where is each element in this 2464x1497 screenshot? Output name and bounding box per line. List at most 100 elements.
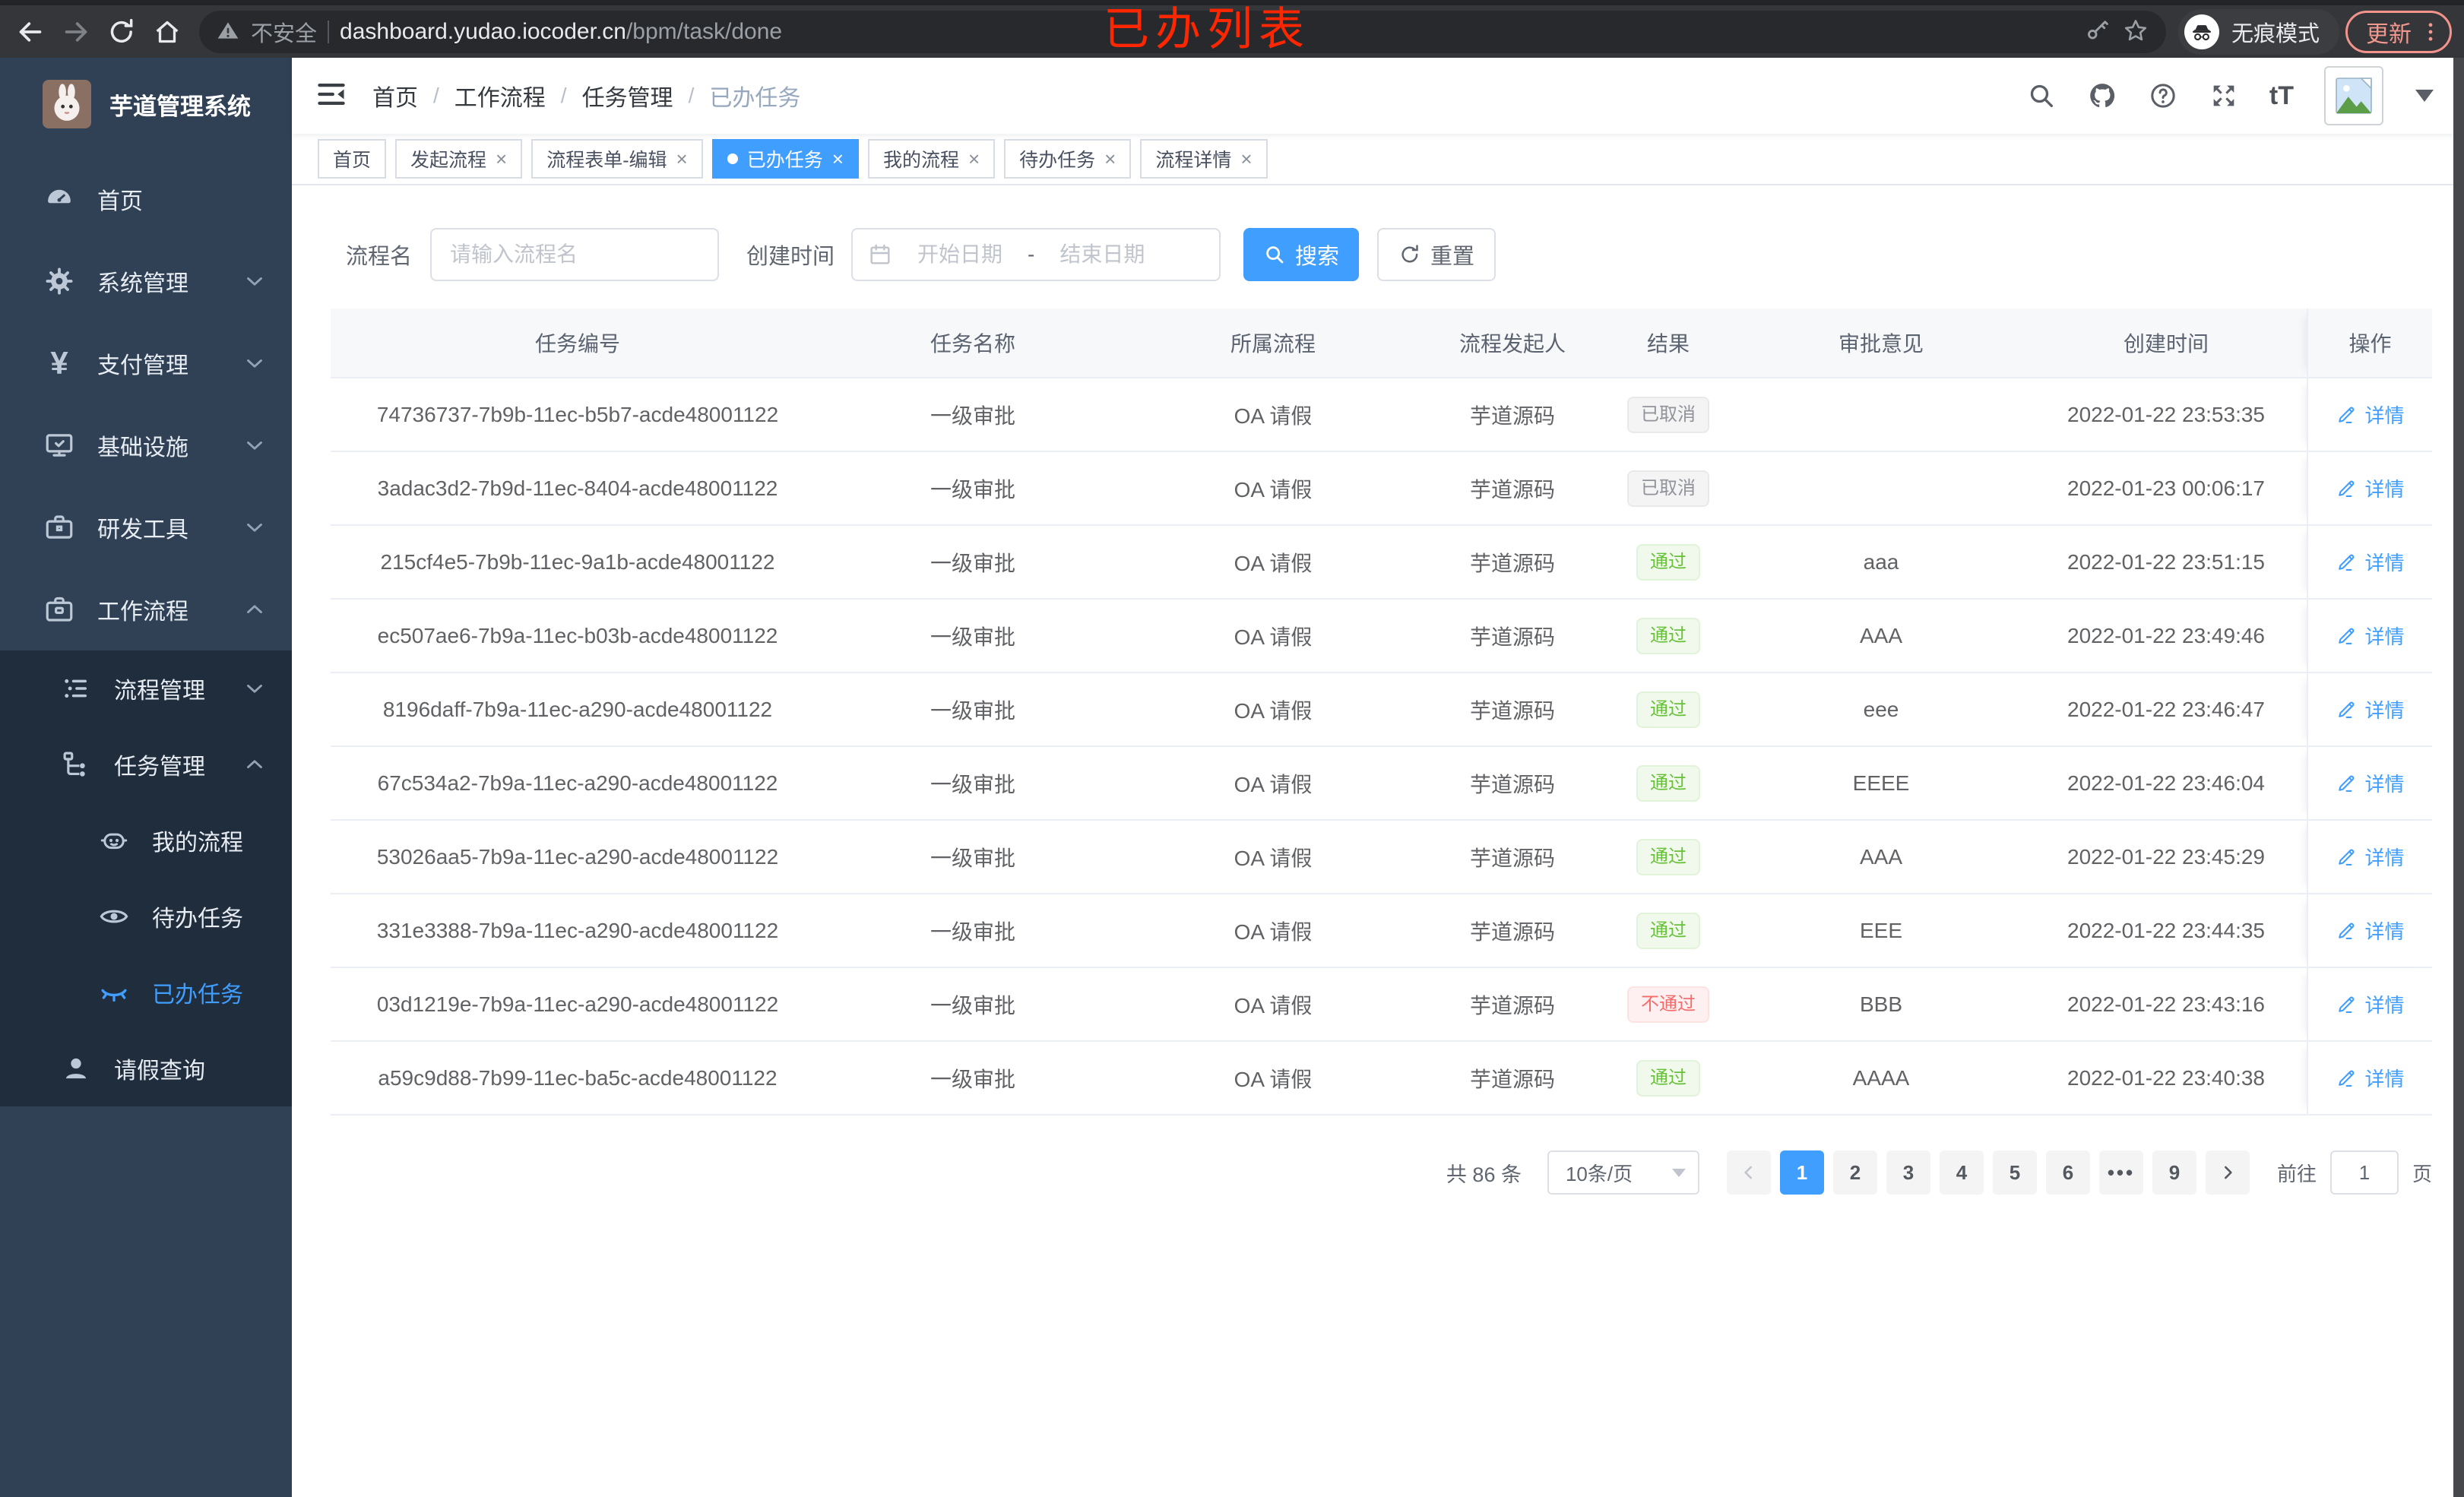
date-range-picker[interactable]: - [851, 228, 1221, 281]
search-button[interactable]: 搜索 [1243, 228, 1360, 281]
main-area: 首页 / 工作流程 / 任务管理 / 已办任务 tT 首页 发起流程 × 流程表单-编辑 × 已办任务… [292, 58, 2464, 1497]
sidebar-item-monitor[interactable]: 基础设施 [0, 404, 292, 486]
action-cell: 详情 [2307, 378, 2432, 451]
detail-link[interactable]: 详情 [2336, 622, 2405, 650]
update-label: 更新 [2366, 22, 2412, 47]
refresh-icon [1401, 245, 1418, 263]
next-page-button[interactable] [2205, 1150, 2250, 1195]
sidebar-item-label: 请假查询 [114, 1059, 205, 1084]
url-text[interactable]: dashboard.yudao.iocoder.cn/bpm/task/done [340, 19, 782, 45]
fullscreen-icon[interactable] [2209, 81, 2239, 111]
search-icon [1266, 246, 1284, 264]
browser-reload-icon[interactable] [102, 12, 141, 52]
close-icon[interactable]: × [1104, 149, 1116, 169]
sidebar-item-tree[interactable]: 任务管理 [0, 726, 292, 802]
sidebar-item-toolbox[interactable]: 研发工具 [0, 486, 292, 568]
sidebar-item-list[interactable]: 流程管理 [0, 650, 292, 726]
breadcrumb-item[interactable]: 任务管理 [582, 79, 673, 112]
security-label[interactable]: 不安全 [251, 16, 317, 48]
chevron-down-icon [1671, 1168, 1686, 1177]
sidebar: 芋道管理系统 首页 系统管理 ¥ 支付管理 基础设施 研发工具 工作流程流程管理任务管理 我的… [0, 58, 292, 1497]
help-icon[interactable] [2148, 81, 2178, 111]
app-logo-row[interactable]: 芋道管理系统 [0, 58, 292, 137]
tab-item[interactable]: 流程详情 × [1140, 139, 1268, 179]
close-icon[interactable]: × [676, 149, 688, 169]
page-button-2[interactable]: 2 [1832, 1150, 1877, 1195]
detail-link[interactable]: 详情 [2336, 400, 2405, 429]
font-size-icon[interactable]: tT [2269, 81, 2294, 111]
detail-link[interactable]: 详情 [2336, 769, 2405, 797]
action-cell: 详情 [2307, 1042, 2432, 1114]
detail-link[interactable]: 详情 [2336, 548, 2405, 576]
tab-item[interactable]: 我的流程 × [867, 139, 996, 179]
search-icon[interactable] [2026, 81, 2057, 111]
close-icon[interactable]: × [968, 149, 980, 169]
table-row: 67c534a2-7b9a-11ec-a290-acde48001122 一级审批… [331, 747, 2432, 821]
detail-link[interactable]: 详情 [2336, 843, 2405, 871]
browser-forward-icon[interactable] [56, 12, 96, 52]
breadcrumb-separator: / [688, 84, 695, 107]
page-unit-label: 页 [2412, 1162, 2432, 1185]
sidebar-item-user[interactable]: 请假查询 [0, 1030, 292, 1106]
page-button-5[interactable]: 5 [1992, 1150, 2037, 1195]
briefcase-icon [43, 593, 76, 626]
hamburger-icon[interactable] [315, 78, 351, 114]
detail-link[interactable]: 详情 [2336, 474, 2405, 502]
sidebar-item-label: 流程管理 [114, 679, 205, 704]
sidebar-item-yen[interactable]: ¥ 支付管理 [0, 322, 292, 404]
breadcrumb-separator: / [433, 84, 439, 107]
edit-pencil-icon [2336, 773, 2357, 794]
browser-home-icon[interactable] [147, 12, 187, 52]
page-button-9[interactable]: 9 [2152, 1150, 2196, 1195]
bookmark-star-icon[interactable] [2122, 17, 2149, 48]
created-cell: 2022-01-22 23:43:16 [2067, 992, 2265, 1016]
page-button-6[interactable]: 6 [2045, 1150, 2090, 1195]
sidebar-item-briefcase[interactable]: 工作流程 [0, 568, 292, 650]
sidebar-item-label: 已办任务 [152, 983, 243, 1008]
window-scrollbar[interactable] [2453, 58, 2464, 1497]
action-cell: 详情 [2307, 821, 2432, 893]
table-row: ec507ae6-7b9a-11ec-b03b-acde48001122 一级审批… [331, 600, 2432, 673]
content: 流程名 创建时间 - 搜索 重置 [292, 185, 2464, 1497]
reset-button[interactable]: 重置 [1377, 228, 1496, 281]
avatar[interactable] [2324, 66, 2383, 125]
process-name-input[interactable] [430, 228, 720, 281]
comment-cell: eee [1863, 697, 1899, 721]
password-key-icon[interactable] [2084, 17, 2111, 48]
page-button-3[interactable]: 3 [1886, 1150, 1930, 1195]
tab-item[interactable]: 发起流程 × [395, 139, 523, 179]
task-name-cell: 一级审批 [930, 698, 1015, 723]
page-size-select[interactable]: 10条/页 [1547, 1150, 1699, 1195]
breadcrumb-item[interactable]: 工作流程 [454, 79, 546, 112]
browser-back-icon[interactable] [11, 12, 50, 52]
sidebar-item-eye-closed[interactable]: 已办任务 [0, 954, 292, 1030]
edit-pencil-icon [2336, 847, 2357, 868]
incognito-icon [2184, 14, 2219, 49]
sidebar-item-gear[interactable]: 系统管理 [0, 240, 292, 322]
close-icon[interactable]: × [1240, 149, 1252, 169]
end-date-input[interactable] [1045, 242, 1160, 267]
tab-item[interactable]: 首页 [318, 139, 387, 179]
page-button-1[interactable]: 1 [1779, 1150, 1824, 1195]
goto-page-input[interactable] [2329, 1150, 2399, 1195]
detail-link[interactable]: 详情 [2336, 916, 2405, 945]
chevron-down-icon[interactable] [2415, 90, 2434, 102]
close-icon[interactable]: × [496, 149, 507, 169]
sidebar-item-dashboard[interactable]: 首页 [0, 158, 292, 240]
detail-link-label: 详情 [2364, 847, 2405, 869]
detail-link[interactable]: 详情 [2336, 990, 2405, 1018]
page-button-4[interactable]: 4 [1939, 1150, 1984, 1195]
sidebar-item-robot[interactable]: 我的流程 [0, 802, 292, 878]
detail-link[interactable]: 详情 [2336, 695, 2405, 723]
breadcrumb-item[interactable]: 首页 [372, 79, 418, 112]
update-button[interactable]: 更新 [2345, 11, 2452, 53]
tab-item[interactable]: 流程表单-编辑 × [531, 139, 703, 179]
github-icon[interactable] [2087, 81, 2117, 111]
close-icon[interactable]: × [832, 149, 844, 169]
sidebar-item-eye-open[interactable]: 待办任务 [0, 878, 292, 954]
tab-item[interactable]: 待办任务 × [1004, 139, 1132, 179]
chevron-up-icon [242, 752, 268, 777]
tab-active[interactable]: 已办任务 × [711, 139, 859, 179]
detail-link[interactable]: 详情 [2336, 1064, 2405, 1092]
start-date-input[interactable] [903, 242, 1018, 267]
